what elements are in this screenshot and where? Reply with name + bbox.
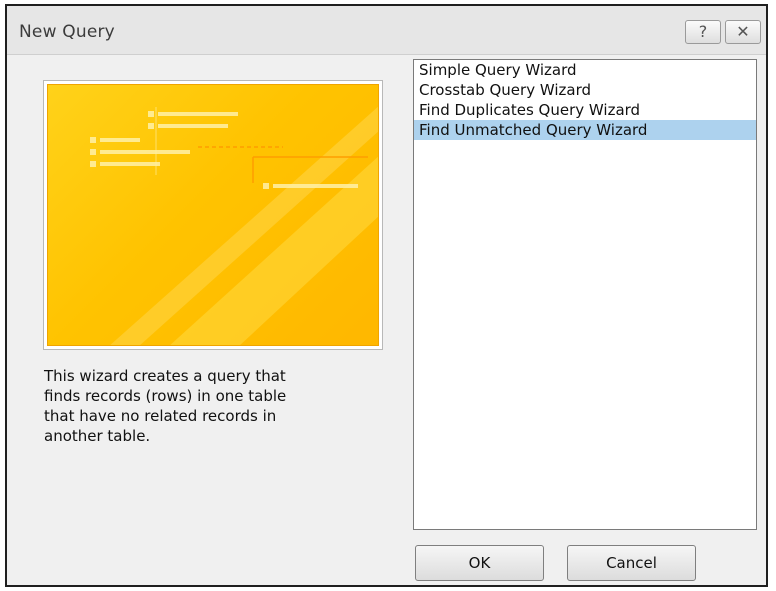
wizard-list-item[interactable]: Simple Query Wizard: [414, 60, 756, 80]
description-line: another table.: [44, 427, 151, 445]
ok-button[interactable]: OK: [415, 545, 544, 581]
illustration-graphic: [90, 106, 378, 345]
close-button[interactable]: ✕: [725, 20, 761, 44]
new-query-dialog: New Query ? ✕ This wizard creates a quer…: [5, 4, 768, 587]
help-button[interactable]: ?: [685, 20, 721, 44]
wizard-description: This wizard creates a query that finds r…: [44, 366, 344, 446]
description-line: This wizard creates a query that: [44, 367, 286, 385]
cancel-button[interactable]: Cancel: [567, 545, 696, 581]
help-icon: ?: [698, 22, 708, 41]
close-icon: ✕: [736, 22, 750, 41]
window-title: New Query: [19, 22, 115, 42]
title-bar: New Query ? ✕: [7, 6, 766, 55]
wizard-list-item[interactable]: Find Duplicates Query Wizard: [414, 100, 756, 120]
preview-frame: [43, 80, 383, 350]
wizard-list-item[interactable]: Crosstab Query Wizard: [414, 80, 756, 100]
wizard-list-item-selected[interactable]: Find Unmatched Query Wizard: [414, 120, 756, 140]
description-line: finds records (rows) in one table: [44, 387, 287, 405]
wizard-list[interactable]: Simple Query Wizard Crosstab Query Wizar…: [413, 59, 757, 530]
query-wizard-illustration-icon: [47, 84, 379, 346]
description-line: that have no related records in: [44, 407, 277, 425]
